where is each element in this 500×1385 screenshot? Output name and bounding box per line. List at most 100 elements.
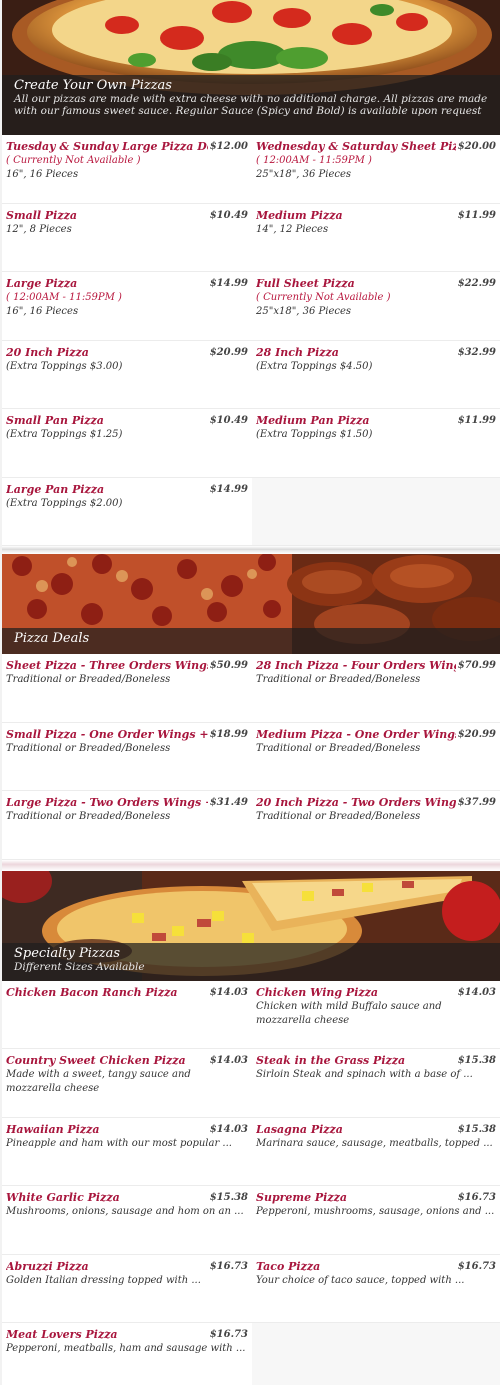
banner-create-your-own: Create Your Own Pizzas All our pizzas ar… bbox=[2, 0, 500, 135]
menu-item[interactable]: Steak in the Grass Pizza $15.38 Sirloin S… bbox=[252, 1049, 500, 1118]
item-price: $70.99 bbox=[457, 660, 496, 671]
item-name: Full Sheet Pizza bbox=[256, 277, 355, 290]
item-description: Traditional or Breaded/Boneless bbox=[256, 811, 421, 822]
menu-item[interactable]: Full Sheet Pizza $22.99 ( Currently Not A… bbox=[252, 272, 500, 341]
item-name: Chicken Bacon Ranch Pizza bbox=[6, 985, 178, 999]
menu-item[interactable]: Supreme Pizza $16.73 Pepperoni, mushrooms… bbox=[252, 1186, 500, 1255]
banner-pizza-deals: Pizza Deals bbox=[2, 554, 500, 654]
item-description: Traditional or Breaded/Boneless bbox=[6, 742, 171, 754]
item-price: $15.38 bbox=[457, 1123, 496, 1135]
item-name: Wednesday & Saturday Sheet Pizza Deal bbox=[256, 140, 456, 153]
item-description: Mushrooms, onions, sausage and hom on an… bbox=[6, 1206, 244, 1217]
section-title: Specialty Pizzas bbox=[14, 945, 120, 961]
item-name: Abruzzi Pizza bbox=[6, 1259, 89, 1273]
menu-item[interactable]: 20 Inch Pizza $20.99 (Extra Toppings $3.0… bbox=[2, 341, 252, 409]
banner-specialty-pizzas: Specialty Pizzas Different Sizes Availab… bbox=[2, 870, 500, 981]
item-name: Supreme Pizza bbox=[256, 1191, 347, 1204]
menu-grid-pizza-deals: Sheet Pizza - Three Orders Wings + 2 Lit… bbox=[2, 654, 500, 860]
item-name: Tuesday & Sunday Large Pizza Deal bbox=[6, 140, 208, 153]
section-title: Pizza Deals bbox=[14, 631, 90, 646]
menu-item[interactable]: Medium Pizza - One Order Wings + 1 Liter… bbox=[252, 723, 500, 791]
item-availability: ( Currently Not Available ) bbox=[6, 155, 141, 166]
menu-item[interactable]: Lasagna Pizza $15.38 Marinara sauce, saus… bbox=[252, 1118, 500, 1186]
menu-item[interactable]: Hawaiian Pizza $14.03 Pineapple and ham w… bbox=[2, 1118, 252, 1186]
item-description: Marinara sauce, sausage, meatballs, topp… bbox=[256, 1137, 493, 1149]
banner-overlay: Create Your Own Pizzas All our pizzas ar… bbox=[2, 75, 500, 135]
item-price: $15.38 bbox=[457, 1055, 496, 1066]
menu-item[interactable]: Large Pizza - Two Orders Wings + 2 Liter… bbox=[2, 791, 252, 860]
menu-item[interactable]: Large Pan Pizza $14.99 (Extra Toppings $2… bbox=[2, 478, 252, 546]
item-description: Pepperoni, mushrooms, sausage, onions an… bbox=[256, 1206, 495, 1217]
menu-item[interactable]: White Garlic Pizza $15.38 Mushrooms, onio… bbox=[2, 1186, 252, 1255]
item-description: (Extra Toppings $2.00) bbox=[6, 497, 123, 509]
item-name: Steak in the Grass Pizza bbox=[256, 1054, 406, 1067]
item-description: Traditional or Breaded/Boneless bbox=[256, 674, 421, 685]
menu-item[interactable]: 28 Inch Pizza $32.99 (Extra Toppings $4.5… bbox=[252, 341, 500, 409]
item-description: (Extra Toppings $1.25) bbox=[6, 429, 123, 440]
item-name: White Garlic Pizza bbox=[6, 1191, 120, 1204]
item-name: Chicken Wing Pizza bbox=[256, 985, 379, 999]
item-price: $20.99 bbox=[209, 346, 248, 358]
item-availability: ( 12:00AM - 11:59PM ) bbox=[6, 292, 122, 303]
item-price: $16.73 bbox=[209, 1260, 248, 1272]
item-description: Traditional or Breaded/Boneless bbox=[6, 674, 171, 685]
item-price: $10.49 bbox=[209, 415, 248, 426]
item-price: $14.99 bbox=[209, 278, 248, 289]
menu-item[interactable]: Large Pizza $14.99 ( 12:00AM - 11:59PM ) … bbox=[2, 272, 252, 341]
menu-item[interactable]: Abruzzi Pizza $16.73 Golden Italian dress… bbox=[2, 1255, 252, 1323]
item-availability: ( Currently Not Available ) bbox=[256, 292, 391, 303]
item-price: $10.49 bbox=[209, 209, 248, 221]
item-price: $31.49 bbox=[209, 797, 248, 808]
menu-item[interactable]: Small Pan Pizza $10.49 (Extra Toppings $1… bbox=[2, 409, 252, 478]
menu-item[interactable]: Taco Pizza $16.73 Your choice of taco sau… bbox=[252, 1255, 500, 1323]
item-description: 12", 8 Pieces bbox=[6, 223, 72, 235]
menu-item[interactable]: Medium Pan Pizza $11.99 (Extra Toppings $… bbox=[252, 409, 500, 478]
menu-item[interactable]: Country Sweet Chicken Pizza $14.03 Made w… bbox=[2, 1049, 252, 1118]
item-description: (Extra Toppings $1.50) bbox=[256, 429, 373, 440]
item-description: Pineapple and ham with our most popular … bbox=[6, 1137, 232, 1149]
item-description: Golden Italian dressing topped with ... bbox=[6, 1274, 201, 1286]
empty-cell bbox=[252, 477, 500, 546]
item-name: Lasagna Pizza bbox=[256, 1122, 343, 1136]
item-name: Large Pizza bbox=[6, 277, 78, 290]
item-description: 16", 16 Pieces bbox=[6, 306, 79, 317]
item-price: $16.73 bbox=[457, 1260, 496, 1272]
item-description: Chicken with mild Buffalo sauce and mozz… bbox=[256, 1000, 442, 1026]
item-name: Taco Pizza bbox=[256, 1259, 321, 1273]
item-name: Medium Pizza - One Order Wings + 1 Liter bbox=[256, 727, 456, 741]
menu-item[interactable]: Chicken Bacon Ranch Pizza $14.03 bbox=[2, 981, 252, 1049]
menu-grid-specialty-pizzas: Chicken Bacon Ranch Pizza $14.03 Chicken … bbox=[2, 981, 500, 1385]
item-price: $15.38 bbox=[209, 1192, 248, 1203]
item-price: $14.03 bbox=[209, 1055, 248, 1066]
menu-item[interactable]: Sheet Pizza - Three Orders Wings + 2 Lit… bbox=[2, 654, 252, 723]
item-price: $11.99 bbox=[457, 415, 496, 426]
item-description: Your choice of taco sauce, topped with .… bbox=[256, 1274, 465, 1286]
item-price: $20.99 bbox=[457, 728, 496, 740]
menu-item[interactable]: 28 Inch Pizza - Four Orders Wings + One$… bbox=[252, 654, 500, 723]
item-name: Sheet Pizza - Three Orders Wings + 2 Lit… bbox=[6, 659, 208, 672]
menu-item[interactable]: Tuesday & Sunday Large Pizza Deal $12.00 … bbox=[2, 135, 252, 204]
item-price: $37.99 bbox=[457, 797, 496, 808]
menu-item[interactable]: 20 Inch Pizza - Two Orders Wings + 2 Lit… bbox=[252, 791, 500, 860]
item-description: 14", 12 Pieces bbox=[256, 223, 329, 235]
item-price: $50.99 bbox=[209, 660, 248, 671]
menu-item[interactable]: Chicken Wing Pizza $14.03 Chicken with mi… bbox=[252, 981, 500, 1049]
item-name: 20 Inch Pizza - Two Orders Wings + 2 Lit… bbox=[256, 796, 456, 809]
item-price: $18.99 bbox=[209, 728, 248, 740]
menu-page: Create Your Own Pizzas All our pizzas ar… bbox=[2, 0, 500, 1385]
section-divider bbox=[2, 859, 500, 871]
item-description: 16", 16 Pieces bbox=[6, 169, 79, 180]
menu-item[interactable]: Small Pizza $10.49 12", 8 Pieces bbox=[2, 204, 252, 272]
menu-item[interactable]: Meat Lovers Pizza $16.73 Pepperoni, meatb… bbox=[2, 1323, 252, 1385]
menu-item[interactable]: Medium Pizza $11.99 14", 12 Pieces bbox=[252, 204, 500, 272]
menu-item[interactable]: Wednesday & Saturday Sheet Pizza Deal$20… bbox=[252, 135, 500, 204]
item-name: 28 Inch Pizza bbox=[256, 345, 339, 359]
item-name: Medium Pizza bbox=[256, 208, 343, 222]
menu-item[interactable]: Small Pizza - One Order Wings + 1 Liter$… bbox=[2, 723, 252, 791]
item-description: (Extra Toppings $4.50) bbox=[256, 360, 373, 372]
item-price: $12.00 bbox=[209, 141, 248, 152]
item-name: Hawaiian Pizza bbox=[6, 1122, 100, 1136]
item-price: $32.99 bbox=[457, 346, 496, 358]
item-name: Country Sweet Chicken Pizza bbox=[6, 1054, 186, 1067]
item-price: $14.99 bbox=[209, 483, 248, 495]
